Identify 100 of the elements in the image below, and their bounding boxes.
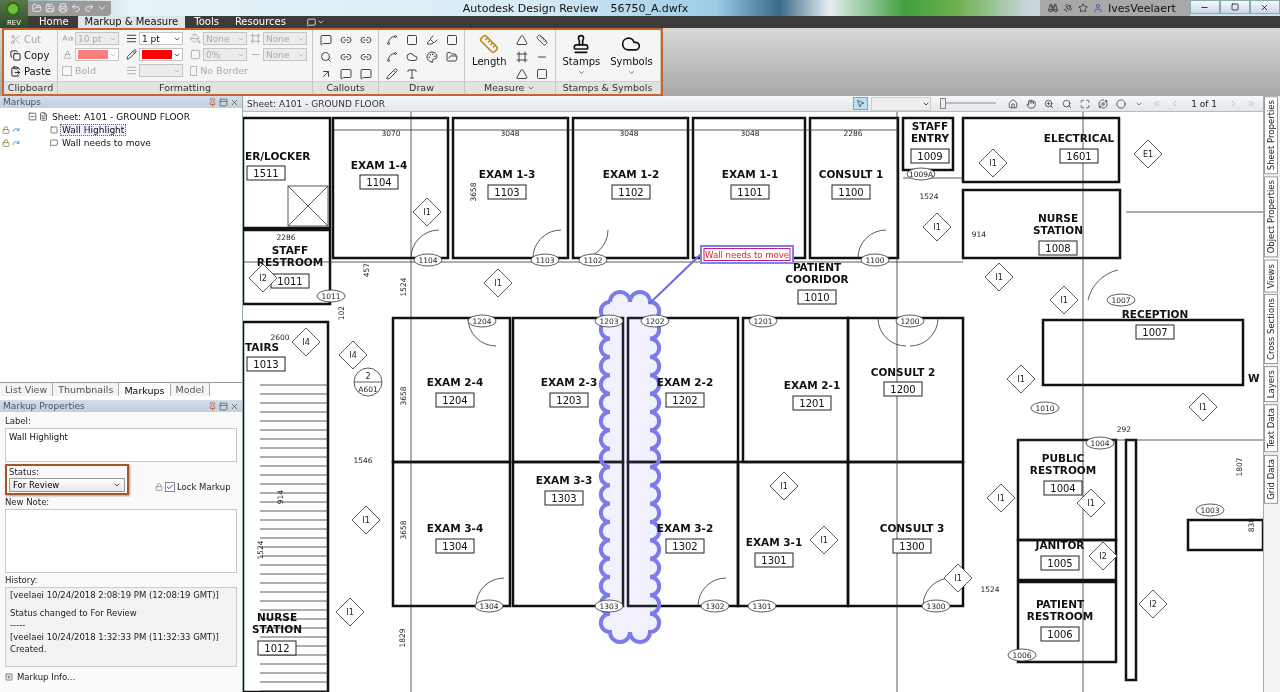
measure-tool-icon[interactable] — [513, 32, 531, 47]
room-number-tag: 1102 — [611, 184, 651, 200]
slider-thumb[interactable] — [940, 98, 947, 109]
format-icon — [126, 49, 137, 60]
side-panel-tab[interactable]: Layers — [1264, 366, 1279, 403]
room-name: EXAM 1-1 — [721, 168, 779, 180]
ribbon-tab[interactable]: Resources — [227, 16, 293, 28]
sheet-icon — [39, 112, 48, 121]
caret-icon[interactable] — [316, 18, 325, 26]
color-dropdown[interactable] — [139, 48, 183, 61]
callout-tool-icon[interactable] — [337, 66, 354, 81]
side-panel-tab[interactable]: Text Data — [1264, 404, 1279, 453]
panel-tab[interactable]: List View — [0, 383, 54, 396]
orbit-icon[interactable] — [1095, 97, 1111, 110]
caret-icon — [577, 69, 585, 76]
tag-diamond: I4 — [338, 340, 368, 370]
minimize-button[interactable] — [1190, 0, 1220, 14]
room-name: EXAM 3-1 — [745, 536, 803, 548]
stamps-button[interactable]: Stamps — [559, 32, 604, 78]
room-number-tag: 1202 — [665, 392, 705, 408]
leader-line — [648, 253, 703, 305]
room-name: CONSULT 1 — [818, 168, 884, 180]
callout-tool-icon[interactable] — [357, 66, 374, 81]
room-name: EXAM 2-4 — [426, 376, 484, 388]
room-name: NURSE STATION — [252, 611, 303, 635]
close-icon[interactable] — [230, 97, 240, 107]
callout-tool-icon[interactable] — [317, 32, 334, 47]
markup-callout[interactable]: Wall needs to move — [700, 245, 795, 264]
room-number-tag: 1300 — [892, 538, 932, 554]
pin-icon[interactable] — [208, 401, 218, 411]
pan-icon[interactable] — [1023, 97, 1039, 110]
label-input-field[interactable]: Wall Highlight — [5, 428, 238, 462]
room-number-tag: 1203 — [549, 392, 589, 408]
undo-icon[interactable] — [71, 3, 81, 13]
close-icon[interactable] — [230, 401, 240, 411]
dock-icon[interactable] — [219, 97, 229, 107]
caret-icon[interactable] — [527, 84, 536, 92]
room-name: NURSE STATION — [1033, 212, 1084, 236]
side-panel-tab[interactable]: Object Properties — [1264, 176, 1279, 258]
symbols-button[interactable]: Symbols — [607, 32, 656, 78]
tree-item[interactable]: Wall Highlight — [60, 123, 127, 136]
draw-tool-icon[interactable] — [383, 66, 400, 81]
room-number-tag: 1303 — [544, 490, 584, 506]
collapse-icon[interactable] — [28, 112, 37, 121]
binoculars-icon[interactable] — [1048, 3, 1058, 13]
dock-icon[interactable] — [219, 401, 229, 411]
field-label: New Note: — [5, 497, 51, 507]
room-number-tag: 1007 — [1135, 324, 1175, 340]
close-button[interactable] — [1250, 0, 1280, 14]
side-panel-tab[interactable]: Sheet Properties — [1264, 96, 1279, 175]
save-icon[interactable] — [45, 3, 55, 13]
paste-button[interactable]: Paste — [8, 64, 53, 79]
star-icon[interactable] — [1078, 3, 1088, 13]
pin-icon[interactable] — [208, 97, 218, 107]
ribbon-options-icon[interactable] — [306, 17, 316, 27]
user-icon[interactable] — [1093, 3, 1103, 13]
open-icon[interactable] — [32, 3, 42, 13]
format-dropdown[interactable]: 1 pt — [139, 32, 183, 45]
measure-tool-icon[interactable] — [533, 32, 551, 47]
field-label: Status: — [9, 467, 40, 477]
room-number-tag: 1200 — [883, 381, 923, 397]
draw-tool-icon[interactable] — [423, 49, 440, 64]
zoom-slider[interactable] — [940, 98, 997, 109]
side-panel-tab[interactable]: Grid Data — [1264, 454, 1279, 504]
room-number-tag: 1005 — [1040, 555, 1080, 571]
measure-tool-icon[interactable] — [513, 66, 531, 81]
side-panel-tab[interactable]: Views — [1264, 259, 1279, 293]
tree-item[interactable]: Sheet: A101 - GROUND FLOOR — [50, 110, 192, 123]
draw-tool-icon[interactable] — [443, 49, 460, 64]
steering-wheel-icon[interactable] — [1113, 97, 1129, 110]
room-number-tag: 1013 — [246, 356, 286, 372]
restore-button[interactable] — [1220, 0, 1250, 14]
ribbon-tab[interactable]: Markup & Measure — [77, 16, 186, 28]
note-input-field[interactable] — [5, 509, 238, 573]
length-button[interactable]: Length — [469, 32, 510, 69]
ribbon-tab[interactable]: Home — [32, 16, 76, 28]
markup-info-link[interactable]: Markup Info... — [17, 672, 76, 682]
room-name: ER/LOCKER — [245, 150, 311, 162]
panel-tab[interactable]: Thumbnails — [53, 383, 120, 396]
redo-arrow-icon — [12, 138, 20, 147]
select-tool-button[interactable] — [853, 97, 869, 110]
lock-checkbox[interactable] — [165, 482, 175, 492]
copy-button[interactable]: Copy — [8, 48, 53, 63]
room-name: EXAM 1-2 — [602, 168, 660, 180]
side-panel-tab[interactable]: Cross Sections — [1264, 294, 1279, 365]
redo-icon[interactable] — [84, 3, 94, 13]
tree-item[interactable]: Wall needs to move — [60, 136, 153, 149]
expand-icon[interactable] — [5, 673, 13, 681]
satellite-icon[interactable] — [1063, 3, 1073, 13]
room-name: EXAM 3-3 — [535, 474, 593, 486]
room-number-tag: 1103 — [487, 184, 527, 200]
tag-diamond: I1 — [1188, 392, 1218, 422]
panel-tab[interactable]: Model — [170, 383, 211, 396]
print-icon[interactable] — [58, 3, 68, 13]
ribbon-tab[interactable]: Tools — [187, 16, 226, 28]
format-icon — [190, 49, 201, 60]
ruler-icon — [479, 34, 500, 54]
history-box: [veelaei 10/24/2018 2:08:19 PM (12:08:19 GMT)] Status changed to For Review ----- [veelaei 10/24/2018 1:32:33 PM (11:32:33 GMT)] Created. — [5, 587, 238, 667]
tag-diamond: I1 — [978, 148, 1008, 178]
status-dropdown[interactable]: For Review — [9, 478, 125, 492]
